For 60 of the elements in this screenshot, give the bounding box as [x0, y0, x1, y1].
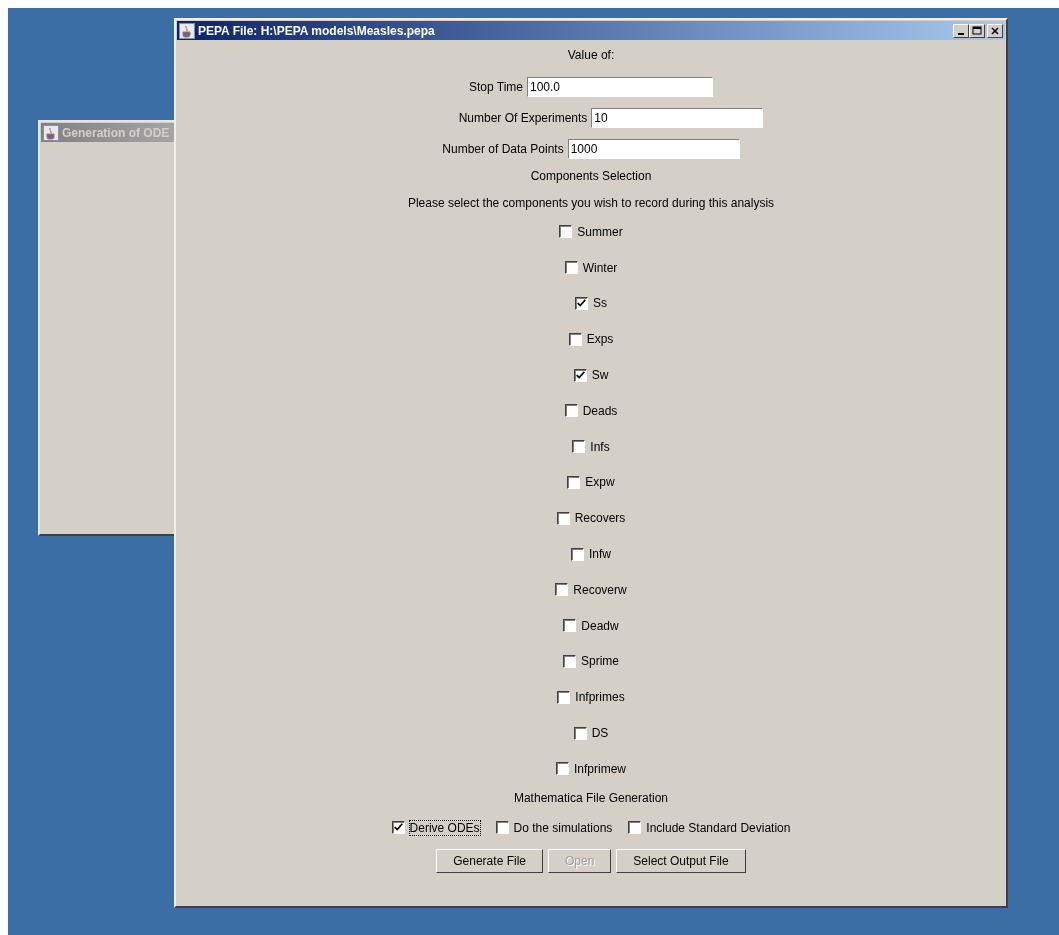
checkbox[interactable]	[391, 821, 405, 835]
checkbox[interactable]	[556, 762, 569, 776]
checkbox[interactable]	[556, 511, 570, 525]
checkbox-label: Recoverw	[573, 582, 627, 597]
close-button[interactable]	[987, 23, 1003, 38]
checkbox[interactable]	[564, 404, 578, 418]
action-button[interactable]: Select Output File	[616, 848, 746, 873]
checkbox[interactable]	[573, 368, 587, 382]
checkbox[interactable]	[568, 332, 582, 346]
checkbox-label: Infprimew	[574, 761, 626, 776]
checkbox-label: Ss	[593, 296, 607, 311]
checkbox-label: Winter	[582, 260, 618, 275]
checkbox[interactable]	[563, 654, 576, 668]
cup-icon	[43, 124, 59, 141]
checkbox-label: Derive ODEs	[409, 820, 480, 835]
checkbox-label: Include Standard Deviation	[646, 820, 791, 835]
section-heading: Value of:	[567, 48, 615, 64]
checkbox[interactable]	[571, 547, 584, 561]
checkbox[interactable]	[564, 261, 578, 275]
checkbox-label: Recovers	[574, 511, 626, 526]
checkbox-label: Sprime	[581, 654, 619, 669]
cup-icon	[179, 22, 195, 39]
input-field[interactable]: 100.0	[527, 76, 713, 97]
checkbox[interactable]	[495, 821, 509, 835]
checkbox-label: Sw	[591, 368, 609, 383]
checkbox[interactable]	[563, 619, 577, 633]
close-icon	[990, 25, 1000, 36]
checkbox-label: Do the simulations	[513, 820, 613, 835]
input-field[interactable]: 10	[591, 107, 764, 128]
checkbox-label: Expw	[585, 475, 615, 490]
section-heading: Mathematica File Generation	[513, 790, 669, 807]
input-field[interactable]: 1000	[567, 138, 740, 159]
checkbox-label: Infprimes	[575, 690, 625, 705]
checkbox[interactable]	[567, 475, 581, 489]
maximize-button[interactable]	[969, 23, 985, 38]
field-label: Number Of Experiments	[458, 110, 588, 125]
minimize-icon	[958, 33, 964, 35]
checkbox[interactable]	[559, 225, 573, 239]
checkbox-label: DS	[591, 726, 609, 741]
field-label: Number of Data Points	[442, 141, 564, 156]
section-heading: Components Selection	[530, 169, 652, 185]
window-title: Generation of ODE	[62, 125, 170, 140]
minimize-button[interactable]	[953, 23, 969, 38]
checkbox[interactable]	[628, 821, 642, 835]
checkbox-label: Infs	[590, 439, 610, 454]
checkbox[interactable]	[573, 726, 587, 740]
maximize-icon	[972, 25, 982, 36]
checkbox-label: Summer	[577, 224, 623, 239]
window-title: PEPA File: H:\PEPA models\Measles.pepa	[198, 23, 435, 38]
checkbox[interactable]	[572, 440, 586, 454]
checkbox-label: Deads	[582, 403, 618, 418]
instruction-text: Please select the components you wish to record during this analysis	[407, 196, 775, 212]
checkbox-label: Deadw	[581, 618, 619, 633]
checkbox-label: Exps	[586, 332, 614, 347]
field-label: Stop Time	[469, 79, 523, 94]
checkbox[interactable]	[575, 297, 588, 310]
checkbox-label: Infw	[589, 547, 611, 562]
action-button[interactable]: Generate File	[436, 848, 543, 873]
checkbox[interactable]	[555, 583, 569, 597]
checkbox[interactable]	[557, 690, 571, 704]
